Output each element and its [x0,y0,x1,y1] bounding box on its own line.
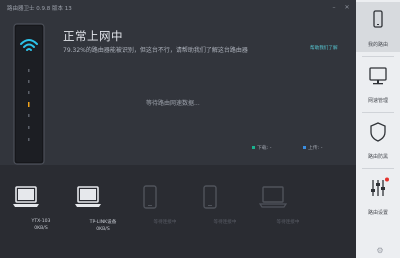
main-panel: 路由器卫士 0.9.8 版本 13 – ✕ 正常上网中 79.32%的路由器能被… [0,0,356,258]
led-dot [28,91,30,94]
device-name: 等待连接中 [213,220,237,225]
status-led [28,102,30,107]
device-name: YTX-103 [31,219,51,224]
shield-icon [370,122,386,142]
status-detail: 79.32%的路由器能被识别，但这台不行，请帮助我们了解这台路由器 [63,47,248,54]
device-item: 等待连接中 [195,184,255,225]
notification-badge [385,177,389,182]
download-swatch [252,146,255,149]
phone-icon [373,10,383,28]
help-link[interactable]: 帮助我们了解 [310,45,338,51]
sidebar-item-label: 路由设置 [367,210,388,216]
led-dot [28,80,30,83]
download-label: 下载: - [257,146,272,151]
device-speed: 0KB/S [96,227,110,232]
sidebar: 我的路由 网速管理 路由防黑 路由设置 [356,0,400,258]
device-name: 等待连接中 [153,220,177,225]
waiting-message: 等待路由网速数据... [146,100,200,107]
phone-icon [143,185,157,209]
phone-icon [203,185,217,209]
laptop-icon [75,186,101,207]
device-item: 等待连接中 [258,184,318,225]
device-item[interactable]: TP-LINK设备 0KB/S [73,184,133,232]
upload-legend: 上传: - [303,144,322,151]
sidebar-item-speed-management[interactable]: 网速管理 [356,58,400,108]
upload-label: 上传: - [308,146,323,151]
laptop-icon [13,186,39,207]
device-name: TP-LINK设备 [89,220,117,225]
laptop-icon [258,186,288,208]
device-name: 等待连接中 [276,220,300,225]
device-item: 等待连接中 [135,184,195,225]
led-dot [28,126,30,129]
divider [362,56,394,57]
device-speed: 0KB/S [34,226,48,231]
led-dot [28,114,30,117]
title-bar: 路由器卫士 0.9.8 版本 13 – ✕ [0,0,356,18]
router-illustration [13,23,45,165]
sidebar-item-my-router[interactable]: 我的路由 [356,2,400,52]
device-list: YTX-103 0KB/S TP-LINK设备 0KB/S 等待连接中 等待连接… [0,165,356,258]
settings-gear-icon[interactable]: ⚙ [375,246,385,256]
divider [362,168,394,169]
divider [362,112,394,113]
led-dot [28,69,30,72]
sidebar-item-label: 我的路由 [367,42,388,48]
device-item[interactable]: YTX-103 0KB/S [11,184,71,231]
sidebar-item-anti-hack[interactable]: 路由防黑 [356,114,400,164]
status-headline: 正常上网中 [63,29,123,43]
sidebar-item-router-settings[interactable]: 路由设置 [356,170,400,220]
download-legend: 下载: - [252,144,271,151]
close-button[interactable]: ✕ [343,4,351,12]
sidebar-item-label: 路由防黑 [367,154,388,160]
window-title: 路由器卫士 0.9.8 版本 13 [7,6,72,12]
upload-swatch [303,146,306,149]
sidebar-item-label: 网速管理 [367,98,388,104]
led-dot [28,138,30,141]
monitor-icon [369,67,387,85]
minimize-button[interactable]: – [330,4,338,12]
sliders-icon [371,177,389,196]
